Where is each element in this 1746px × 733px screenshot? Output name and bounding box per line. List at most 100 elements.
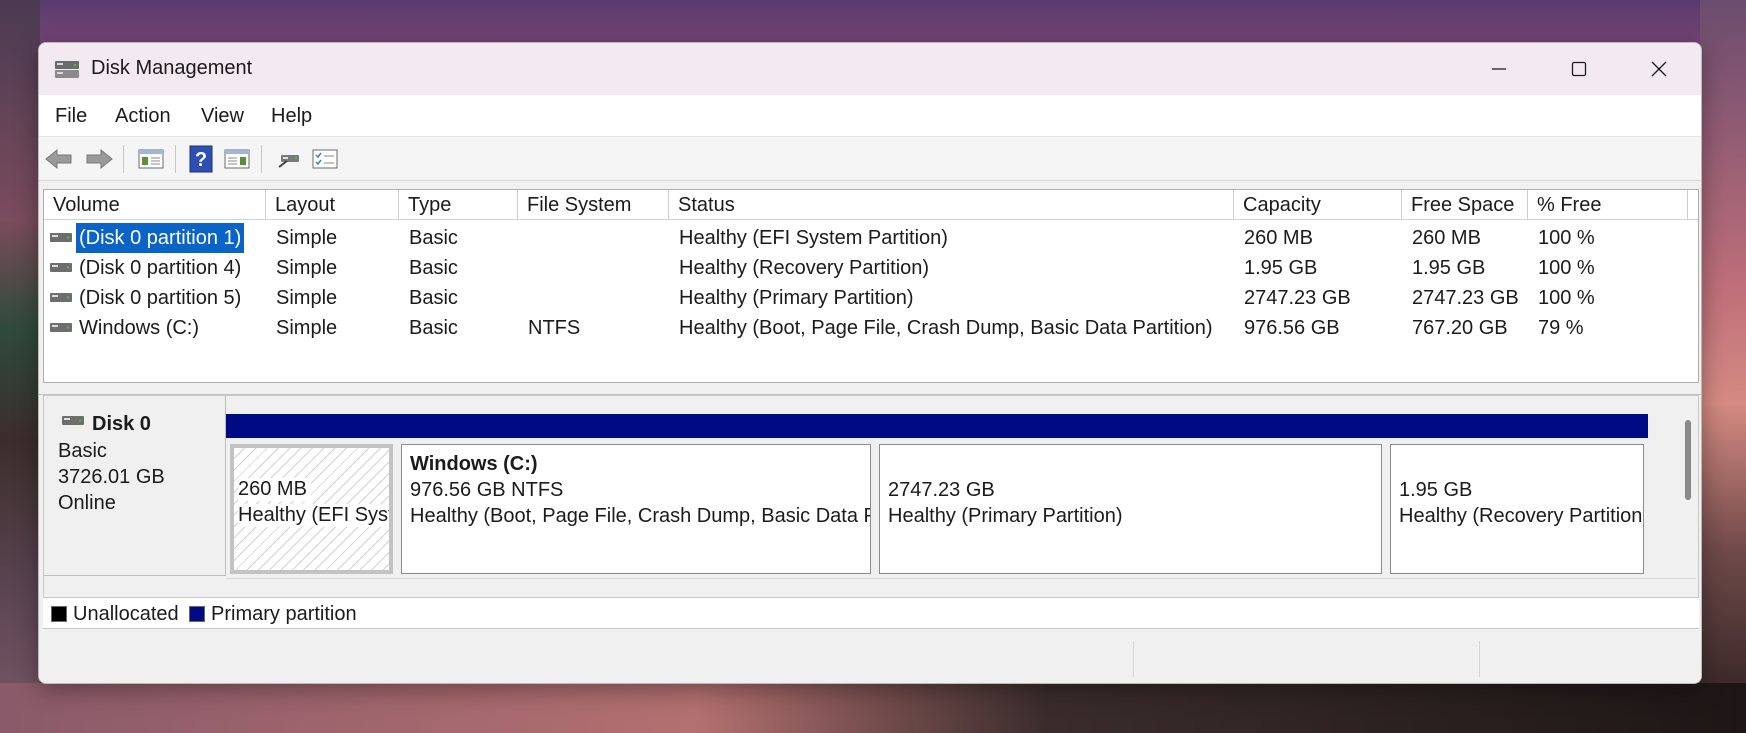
volume-percent-free: 79 % (1538, 317, 1584, 339)
table-row[interactable]: Windows (C:) Simple Basic NTFS Healthy (… (44, 313, 1698, 343)
partition-bar (1386, 414, 1648, 438)
menu-bar: File Action View Help (39, 95, 1701, 137)
volume-type: Basic (409, 317, 458, 339)
toolbar-separator (123, 145, 124, 173)
volume-status: Healthy (Primary Partition) (679, 287, 914, 309)
partition-bar (226, 414, 397, 438)
scrollbar-thumb[interactable] (1685, 420, 1691, 500)
menu-help[interactable]: Help (271, 105, 312, 128)
minimize-icon (1492, 68, 1506, 70)
volume-layout: Simple (276, 317, 338, 339)
menu-file[interactable]: File (55, 105, 87, 128)
partition-title: Windows (C:) (410, 453, 538, 475)
back-button[interactable] (43, 144, 75, 174)
maximize-icon (1571, 61, 1587, 77)
partition-status: Healthy (Boot, Page File, Crash Dump, Ba… (410, 505, 870, 527)
partition-bar (397, 414, 875, 438)
connect-icon (278, 155, 299, 168)
legend-label-unallocated: Unallocated (73, 603, 179, 625)
properties-button[interactable] (309, 144, 341, 174)
partition-body: 2747.23 GB Healthy (Primary Partition) (879, 444, 1382, 574)
partition-windows-c[interactable]: Windows (C:) 976.56 GB NTFS Healthy (Boo… (397, 414, 875, 574)
action-pane-icon (224, 149, 250, 169)
minimize-button[interactable] (1459, 43, 1539, 95)
disk-view-horizontal-scrollbar[interactable] (226, 578, 1696, 588)
column-header-status[interactable]: Status (669, 190, 1234, 220)
column-header-capacity[interactable]: Capacity (1234, 190, 1402, 220)
help-button[interactable]: ? (185, 144, 217, 174)
menu-action[interactable]: Action (115, 105, 171, 128)
show-hide-action-pane-button[interactable] (221, 144, 253, 174)
volume-free-space: 767.20 GB (1412, 317, 1508, 339)
column-header-file-system[interactable]: File System (518, 190, 669, 220)
desktop-wallpaper-right (1700, 0, 1746, 733)
properties-icon (312, 149, 338, 169)
status-bar-separator (1479, 641, 1480, 677)
column-header-volume[interactable]: Volume (44, 190, 266, 220)
partition-size: 976.56 GB NTFS (410, 479, 564, 501)
column-header-layout[interactable]: Layout (266, 190, 399, 220)
table-row[interactable]: (Disk 0 partition 4) Simple Basic Health… (44, 253, 1698, 283)
volume-name: Windows (C:) (79, 317, 200, 339)
partition-primary[interactable]: 2747.23 GB Healthy (Primary Partition) (875, 414, 1386, 574)
volume-free-space: 1.95 GB (1412, 257, 1486, 279)
column-header-type[interactable]: Type (399, 190, 518, 220)
maximize-button[interactable] (1539, 43, 1619, 95)
disk-icon (62, 416, 84, 425)
close-button[interactable] (1619, 43, 1699, 95)
volume-name: (Disk 0 partition 4) (79, 257, 242, 279)
table-row[interactable]: (Disk 0 partition 1) Simple Basic Health… (44, 223, 1698, 253)
volume-name: (Disk 0 partition 1) (76, 223, 245, 253)
disk-name: Disk 0 (92, 413, 151, 435)
volume-layout: Simple (276, 287, 338, 309)
volume-icon (50, 233, 72, 242)
column-header-percent-free[interactable]: % Free (1528, 190, 1688, 220)
volume-icon (50, 293, 72, 302)
partition-size: 1.95 GB (1399, 479, 1473, 501)
desktop-wallpaper-left (0, 0, 40, 733)
graphical-disk-view: Disk 0 Basic 3726.01 GB Online 260 MB He… (43, 395, 1699, 623)
volume-capacity: 2747.23 GB (1244, 287, 1351, 309)
volume-file-system: NTFS (528, 317, 581, 339)
volume-icon (50, 263, 72, 272)
partition-size: 2747.23 GB (888, 479, 995, 501)
legend: Unallocated Primary partition (43, 597, 1699, 629)
toolbar-separator (261, 145, 262, 173)
show-hide-console-tree-button[interactable] (135, 144, 167, 174)
pane-splitter[interactable] (39, 383, 1701, 395)
disk-type: Basic (58, 440, 107, 462)
partition-status: Healthy (Primary Partition) (888, 505, 1123, 527)
column-header-free-space[interactable]: Free Space (1402, 190, 1528, 220)
title-bar[interactable]: Disk Management (39, 43, 1701, 95)
disk-status: Online (58, 492, 116, 514)
partition-recovery[interactable]: 1.95 GB Healthy (Recovery Partition) (1386, 414, 1648, 574)
volume-capacity: 1.95 GB (1244, 257, 1318, 279)
volume-type: Basic (409, 257, 458, 279)
table-row[interactable]: (Disk 0 partition 5) Simple Basic Health… (44, 283, 1698, 313)
toolbar: ? (39, 137, 1701, 181)
partition-size: 260 MB (238, 478, 311, 501)
partition-status: Healthy (Recovery Partition) (1399, 505, 1644, 527)
volume-layout: Simple (276, 257, 338, 279)
volume-icon (50, 323, 72, 332)
console-tree-icon (138, 149, 164, 169)
volume-name: (Disk 0 partition 5) (79, 287, 242, 309)
disk-view-scrollbar[interactable] (1682, 414, 1694, 574)
status-bar-separator (1133, 641, 1134, 677)
help-icon: ? (189, 145, 213, 173)
legend-swatch-unallocated (51, 606, 67, 622)
disk-management-app-icon (55, 61, 79, 78)
menu-view[interactable]: View (201, 105, 244, 128)
connect-virtual-disk-button[interactable] (273, 144, 305, 174)
volume-capacity: 260 MB (1244, 227, 1313, 249)
disk-info-panel[interactable]: Disk 0 Basic 3726.01 GB Online (44, 396, 226, 576)
status-bar (39, 633, 1701, 683)
volume-capacity: 976.56 GB (1244, 317, 1340, 339)
volume-percent-free: 100 % (1538, 287, 1595, 309)
partition-efi[interactable]: 260 MB Healthy (EFI System Partition) (226, 414, 397, 574)
forward-button[interactable] (83, 144, 115, 174)
volume-list-header: Volume Layout Type File System Status Ca… (44, 190, 1698, 220)
partition-body: 1.95 GB Healthy (Recovery Partition) (1390, 444, 1644, 574)
volume-free-space: 260 MB (1412, 227, 1481, 249)
volume-status: Healthy (EFI System Partition) (679, 227, 948, 249)
